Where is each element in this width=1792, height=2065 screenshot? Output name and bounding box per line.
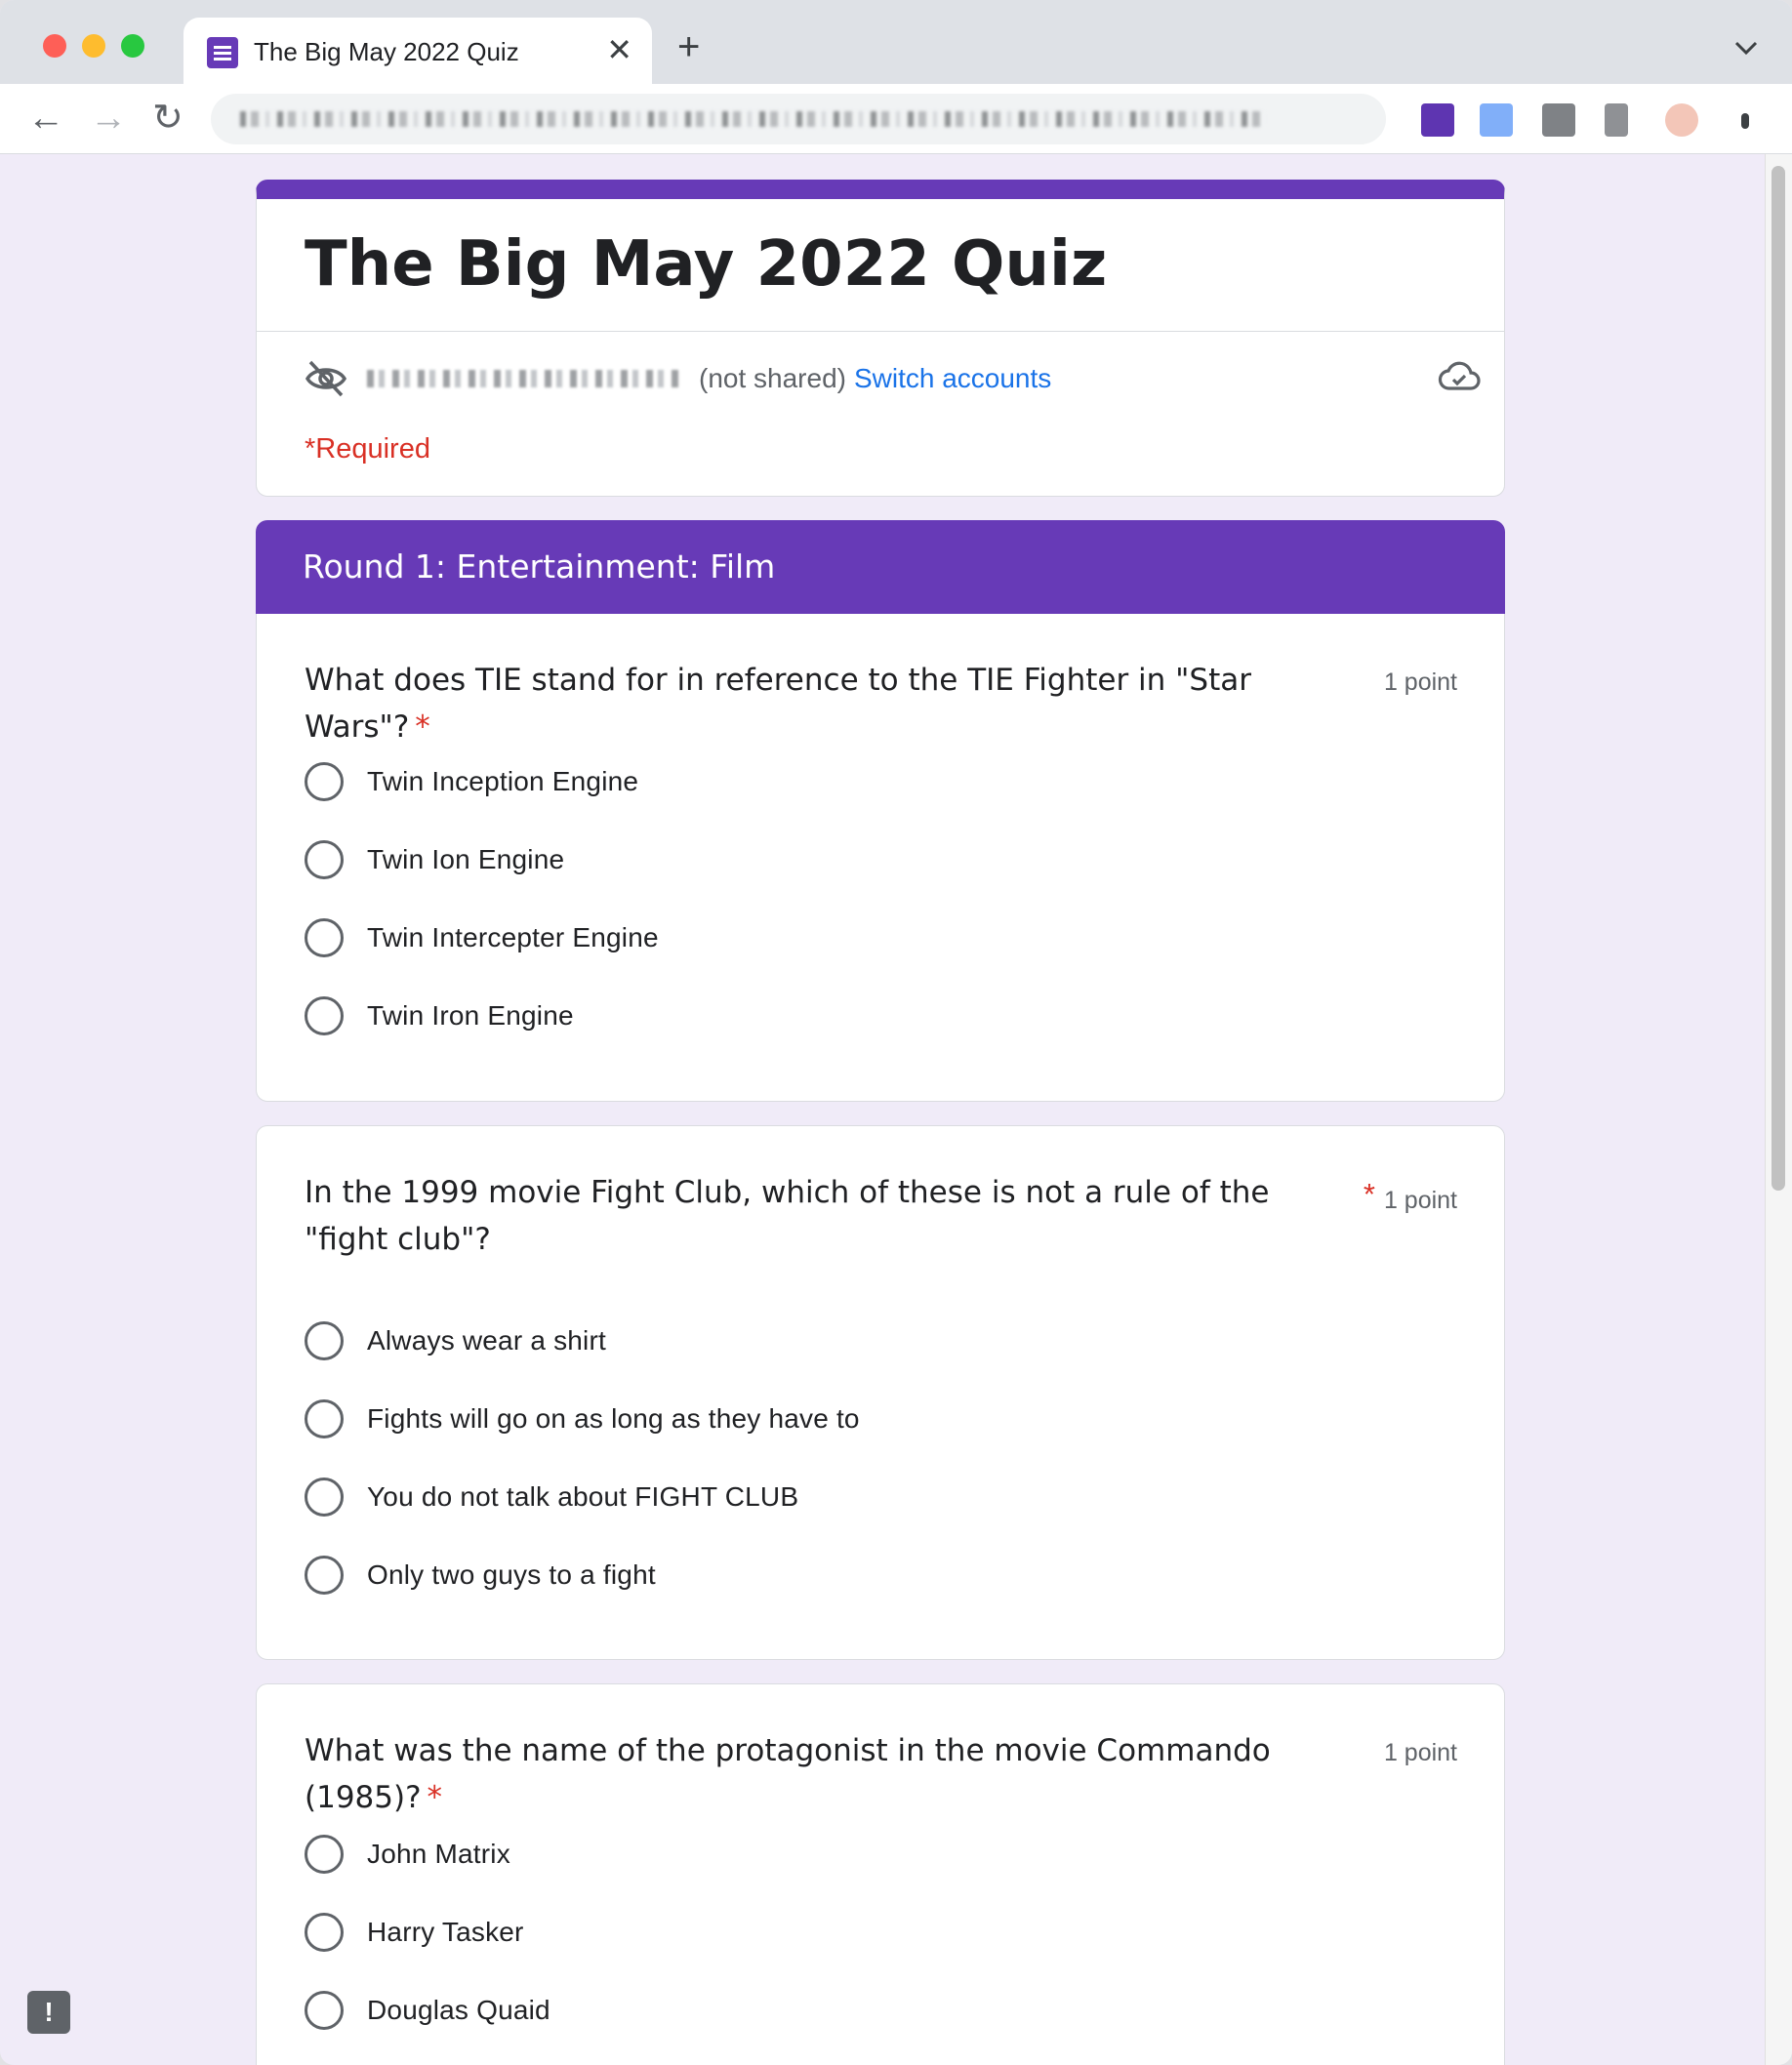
close-window-button[interactable] xyxy=(43,34,66,58)
option-radio[interactable]: Only two guys to a fight xyxy=(305,1536,860,1614)
option-radio[interactable]: Harry Tasker xyxy=(305,1893,550,1971)
browser-window: The Big May 2022 Quiz ✕ + ← → ↻ The Big … xyxy=(0,0,1792,2065)
extensions-puzzle-icon[interactable] xyxy=(1542,103,1575,137)
option-radio[interactable]: Twin Ion Engine xyxy=(305,821,659,899)
question-text: In the 1999 movie Fight Club, which of t… xyxy=(305,1175,1270,1257)
option-radio[interactable]: Twin Iron Engine xyxy=(305,977,659,1055)
option-label: Fights will go on as long as they have t… xyxy=(367,1403,860,1434)
option-radio[interactable]: Twin Inception Engine xyxy=(305,743,659,821)
option-label: Harry Tasker xyxy=(367,1917,524,1947)
option-label: Always wear a shirt xyxy=(367,1325,606,1356)
back-button[interactable]: ← xyxy=(27,96,64,141)
profile-avatar[interactable] xyxy=(1665,103,1698,137)
option-radio[interactable]: Always wear a shirt xyxy=(305,1302,860,1380)
question-points: 1 point xyxy=(1383,668,1457,696)
required-asterisk: * xyxy=(415,709,430,745)
cloud-saved-icon xyxy=(1438,359,1481,399)
radio-button[interactable] xyxy=(305,996,344,1035)
option-label: Twin Intercepter Engine xyxy=(367,922,659,952)
section-title: Round 1: Entertainment: Film xyxy=(303,547,776,586)
browser-menu-icon[interactable] xyxy=(1741,113,1749,129)
option-radio[interactable]: You do not talk about FIGHT CLUB xyxy=(305,1458,860,1536)
option-label: Douglas Quaid xyxy=(367,1995,550,2025)
options-list: Twin Inception Engine Twin Ion Engine Tw… xyxy=(305,743,659,1055)
close-tab-icon[interactable]: ✕ xyxy=(606,31,632,68)
radio-button[interactable] xyxy=(305,1913,344,1952)
maximize-window-button[interactable] xyxy=(121,34,144,58)
question-points: 1 point xyxy=(1383,1187,1457,1214)
radio-button[interactable] xyxy=(305,762,344,801)
option-label: Twin Iron Engine xyxy=(367,1000,574,1031)
question-text: What was the name of the protagonist in … xyxy=(305,1727,1339,1821)
radio-button[interactable] xyxy=(305,840,344,879)
radio-button[interactable] xyxy=(305,1399,344,1438)
not-shared-text: (not shared) xyxy=(699,363,846,393)
required-note: *Required xyxy=(305,433,430,465)
sidebar-icon[interactable] xyxy=(1605,103,1628,137)
extension-icon[interactable] xyxy=(1421,103,1454,137)
question-card: In the 1999 movie Fight Club, which of t… xyxy=(256,1125,1505,1660)
question-card: What was the name of the protagonist in … xyxy=(256,1683,1505,2065)
form-header-card: The Big May 2022 Quiz (not shared) Switc… xyxy=(256,180,1505,497)
required-asterisk: * xyxy=(1363,1177,1375,1211)
tab-search-chevron-icon[interactable] xyxy=(1733,35,1759,62)
minimize-window-button[interactable] xyxy=(82,34,105,58)
question-title: What was the name of the protagonist in … xyxy=(305,1733,1271,1815)
radio-button[interactable] xyxy=(305,1556,344,1595)
section-banner: Round 1: Entertainment: Film xyxy=(256,520,1505,614)
radio-button[interactable] xyxy=(305,1991,344,2030)
radio-button[interactable] xyxy=(305,918,344,957)
options-list: Always wear a shirt Fights will go on as… xyxy=(305,1302,860,1614)
option-label: Only two guys to a fight xyxy=(367,1559,656,1590)
address-bar[interactable] xyxy=(211,94,1386,144)
question-text: What does TIE stand for in reference to … xyxy=(305,657,1339,750)
tab-strip: The Big May 2022 Quiz ✕ + xyxy=(0,0,1792,84)
option-radio[interactable]: John Matrix xyxy=(305,1815,550,1893)
option-label: John Matrix xyxy=(367,1839,510,1869)
option-radio[interactable]: Fights will go on as long as they have t… xyxy=(305,1380,860,1458)
redacted-email xyxy=(367,370,679,387)
tab-title: The Big May 2022 Quiz xyxy=(254,37,519,66)
report-feedback-icon[interactable]: ! xyxy=(27,1991,70,2034)
reload-button[interactable]: ↻ xyxy=(152,96,183,141)
browser-tab-active[interactable]: The Big May 2022 Quiz ✕ xyxy=(183,18,652,84)
extension-icon[interactable] xyxy=(1480,103,1513,137)
browser-toolbar: ← → ↻ xyxy=(0,84,1792,154)
radio-button[interactable] xyxy=(305,1321,344,1360)
google-forms-icon xyxy=(207,37,238,68)
option-label: Twin Ion Engine xyxy=(367,844,565,874)
question-card: What does TIE stand for in reference to … xyxy=(256,614,1505,1102)
redacted-url xyxy=(240,111,1265,127)
form-container: The Big May 2022 Quiz (not shared) Switc… xyxy=(256,180,1505,2065)
option-radio[interactable]: Twin Intercepter Engine xyxy=(305,899,659,977)
option-label: Twin Inception Engine xyxy=(367,766,639,796)
option-radio[interactable]: Douglas Quaid xyxy=(305,1971,550,2049)
radio-button[interactable] xyxy=(305,1478,344,1517)
form-title: The Big May 2022 Quiz xyxy=(305,228,1108,301)
switch-accounts-link[interactable]: Switch accounts xyxy=(854,363,1051,394)
required-asterisk: * xyxy=(427,1780,443,1815)
forward-button[interactable]: → xyxy=(90,96,127,141)
scrollbar-thumb[interactable] xyxy=(1772,166,1785,1191)
eye-off-icon xyxy=(305,360,347,397)
options-list: John Matrix Harry Tasker Douglas Quaid xyxy=(305,1815,550,2049)
account-row: (not shared) Switch accounts xyxy=(305,359,1051,398)
question-title: What does TIE stand for in reference to … xyxy=(305,663,1252,745)
radio-button[interactable] xyxy=(305,1835,344,1874)
option-label: You do not talk about FIGHT CLUB xyxy=(367,1481,799,1512)
question-points: 1 point xyxy=(1383,1739,1457,1766)
new-tab-button[interactable]: + xyxy=(677,27,700,66)
divider xyxy=(257,331,1504,332)
